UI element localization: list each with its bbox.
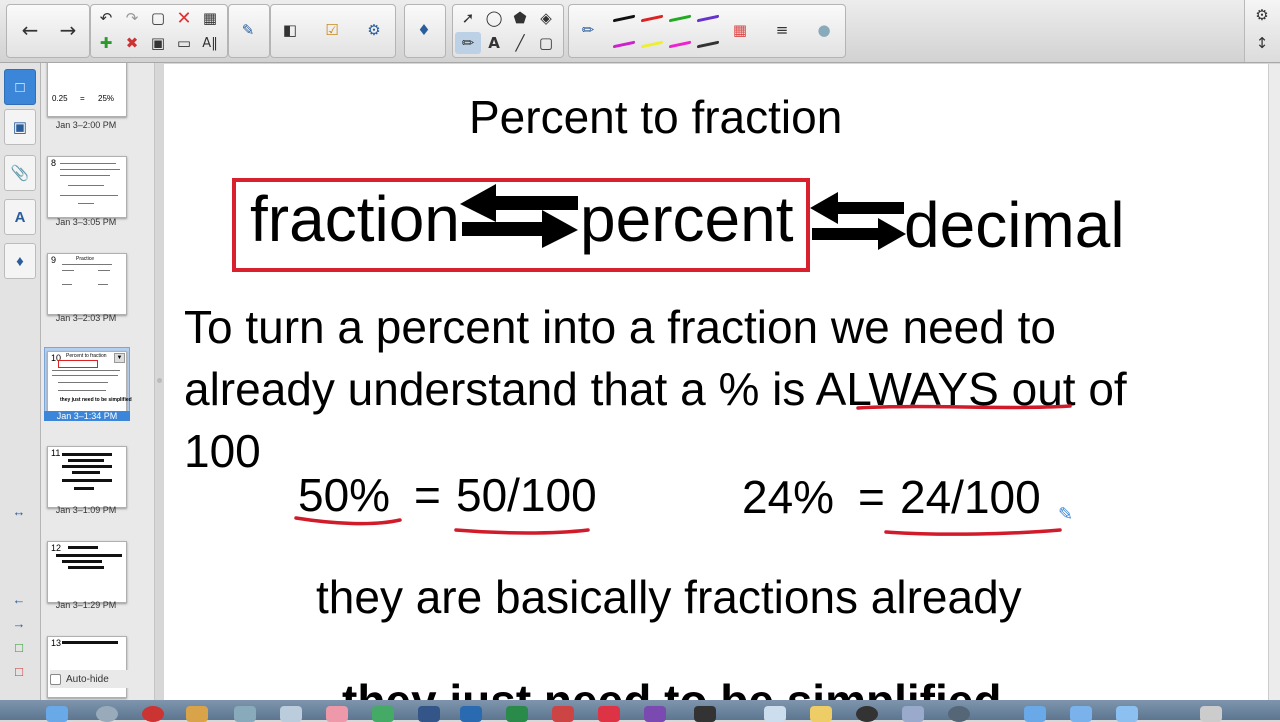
slide-time: Jan 3–2:00 PM — [55, 120, 117, 130]
view-group: ✎ — [228, 4, 270, 58]
macos-dock — [0, 700, 1280, 722]
open-file-icon[interactable]: ▢ — [145, 7, 171, 29]
slide-number: 12 — [51, 543, 62, 553]
puzzle-group: ♦ — [404, 4, 446, 58]
line-style-icon[interactable]: ≡ — [769, 19, 795, 41]
puzzle-icon[interactable]: ♦ — [411, 19, 437, 41]
slide-thumbnail-current[interactable]: 10 Percent to fraction they just need to… — [47, 351, 132, 413]
red-pen-swatch[interactable] — [641, 14, 663, 23]
vertical-scrollbar[interactable] — [1268, 64, 1280, 700]
slide-time: Jan 3–3:05 PM — [55, 217, 117, 227]
eraser-icon[interactable]: ▢ — [533, 32, 559, 54]
slide-number: 8 — [51, 158, 57, 168]
mini-text: they just need to be simplified — [60, 397, 132, 403]
mini-title: Practice — [76, 256, 95, 262]
expand-sidebar-icon[interactable]: ↔ — [10, 503, 28, 519]
clear-ink-icon[interactable]: ✎ — [235, 19, 261, 41]
move-left-icon[interactable]: ← — [10, 591, 28, 607]
previous-page-button[interactable]: ← — [17, 18, 43, 42]
sorter-resize-handle[interactable] — [157, 378, 162, 383]
right-toolbar: ⚙ ↕ — [1244, 0, 1280, 62]
screen-icon[interactable]: ▭ — [171, 32, 197, 54]
redo-icon[interactable]: ↷ — [119, 7, 145, 29]
addon-icon[interactable]: ⚙ — [361, 19, 387, 41]
add-page-icon[interactable]: ✚ — [93, 32, 119, 54]
black-pen-swatch[interactable] — [613, 14, 635, 23]
fill-icon[interactable]: ◈ — [533, 7, 559, 29]
magenta-pen-swatch[interactable] — [613, 40, 635, 49]
move-right-icon[interactable]: → — [10, 615, 28, 631]
slide-number: 13 — [51, 638, 62, 648]
add-page-small-icon[interactable]: □ — [10, 639, 28, 655]
yellow-pen-swatch[interactable] — [641, 40, 663, 49]
text-tool-icon[interactable]: A‖ — [197, 32, 223, 54]
response-icon[interactable]: ☑ — [319, 19, 345, 41]
slide-thumbnail[interactable]: 13 — [47, 636, 127, 698]
slide-time: Jan 3–1:29 PM — [55, 600, 117, 610]
slide-time: Jan 3–2:03 PM — [55, 313, 117, 323]
mini-text: = — [80, 94, 85, 103]
green-pen-swatch[interactable] — [669, 14, 691, 23]
line-icon[interactable]: ╱ — [507, 32, 533, 54]
pen-cursor-icon: ✎ — [1058, 504, 1074, 524]
color-palette-icon[interactable]: ▦ — [727, 19, 753, 41]
mini-text: 25% — [98, 94, 115, 103]
dashed-pen-swatch[interactable] — [697, 40, 719, 49]
body-line-4: they are basically fractions already — [316, 571, 1022, 623]
pens-icon[interactable]: ✏ — [455, 32, 481, 54]
slide-thumbnail[interactable]: 8 — [47, 156, 127, 218]
page-sorter-tab[interactable]: □ — [4, 69, 36, 105]
properties-tab[interactable]: A — [4, 199, 36, 235]
slide-thumbnail[interactable]: 0.25 = 25% — [47, 63, 127, 117]
whiteboard-canvas[interactable]: Percent to fraction fraction percent dec… — [164, 64, 1268, 700]
slide-number: 9 — [51, 255, 57, 265]
addons-tab[interactable]: ♦ — [4, 243, 36, 279]
toolbar-position-icon[interactable]: ↕ — [1249, 32, 1275, 54]
slide-thumbnail[interactable]: 11 — [47, 446, 127, 508]
pens-group: ✏ ▦ ≡ ● — [568, 4, 846, 58]
select-arrow-icon[interactable]: ➚ — [455, 7, 481, 29]
save-icon[interactable]: ▣ — [145, 32, 171, 54]
slide-number: 11 — [51, 448, 61, 458]
text-icon[interactable]: A — [481, 32, 507, 54]
slide-time: Jan 3–1:34 PM — [44, 411, 130, 421]
polygon-icon[interactable]: ⬟ — [507, 7, 533, 29]
slide-menu-chevron-icon[interactable]: ▼ — [114, 353, 125, 363]
slide-thumbnail[interactable]: 12 — [47, 541, 127, 603]
settings-gear-icon[interactable]: ⚙ — [1249, 4, 1275, 26]
undo-icon[interactable]: ↶ — [93, 7, 119, 29]
delete-icon[interactable]: ✕ — [171, 7, 197, 29]
main-toolbar: ← → ↶ ↷ ▢ ✕ ▦ ✚ ✖ ▣ ▭ A‖ ✎ ◧ ☑ ⚙ ♦ ➚ ◯ ⬟… — [0, 0, 1280, 63]
slide-thumbnail[interactable]: 9 Practice — [47, 253, 127, 315]
navigation-group: ← → — [6, 4, 90, 58]
auto-hide-checkbox[interactable] — [50, 673, 61, 685]
attachments-tab[interactable]: 📎 — [4, 155, 36, 191]
insert-group: ◧ ☑ ⚙ — [270, 4, 396, 58]
page-sorter: 0.25 = 25% Jan 3–2:00 PM 8 Jan 3–3:05 PM… — [41, 63, 155, 700]
auto-hide-label: Auto-hide — [66, 673, 109, 685]
shape-select-icon[interactable]: ◯ — [481, 7, 507, 29]
auto-hide-option[interactable]: Auto-hide — [50, 670, 150, 688]
mini-text: 0.25 — [52, 94, 68, 103]
transparency-icon[interactable]: ● — [811, 19, 837, 41]
delete-page-icon[interactable]: ✖ — [119, 32, 145, 54]
next-page-button[interactable]: → — [55, 18, 81, 42]
mini-title: Percent to fraction — [66, 353, 107, 359]
purple-pen-swatch[interactable] — [697, 14, 719, 23]
table-icon[interactable]: ▦ — [197, 7, 223, 29]
body-line-5: they just need to be simplified — [342, 674, 1001, 700]
delete-page-small-icon[interactable]: □ — [10, 663, 28, 679]
edit-group: ↶ ↷ ▢ ✕ ▦ ✚ ✖ ▣ ▭ A‖ — [90, 4, 228, 58]
side-tab-bar: □ ▣ 📎 A ♦ ↔ ← → □ □ — [0, 63, 41, 700]
pen-icon[interactable]: ✏ — [575, 19, 601, 41]
slide-time: Jan 3–1:09 PM — [55, 505, 117, 515]
drawing-group: ➚ ◯ ⬟ ◈ ✏ A ╱ ▢ — [452, 4, 564, 58]
pink-pen-swatch[interactable] — [669, 40, 691, 49]
gallery-tab[interactable]: ▣ — [4, 109, 36, 145]
screen-capture-icon[interactable]: ◧ — [277, 19, 303, 41]
